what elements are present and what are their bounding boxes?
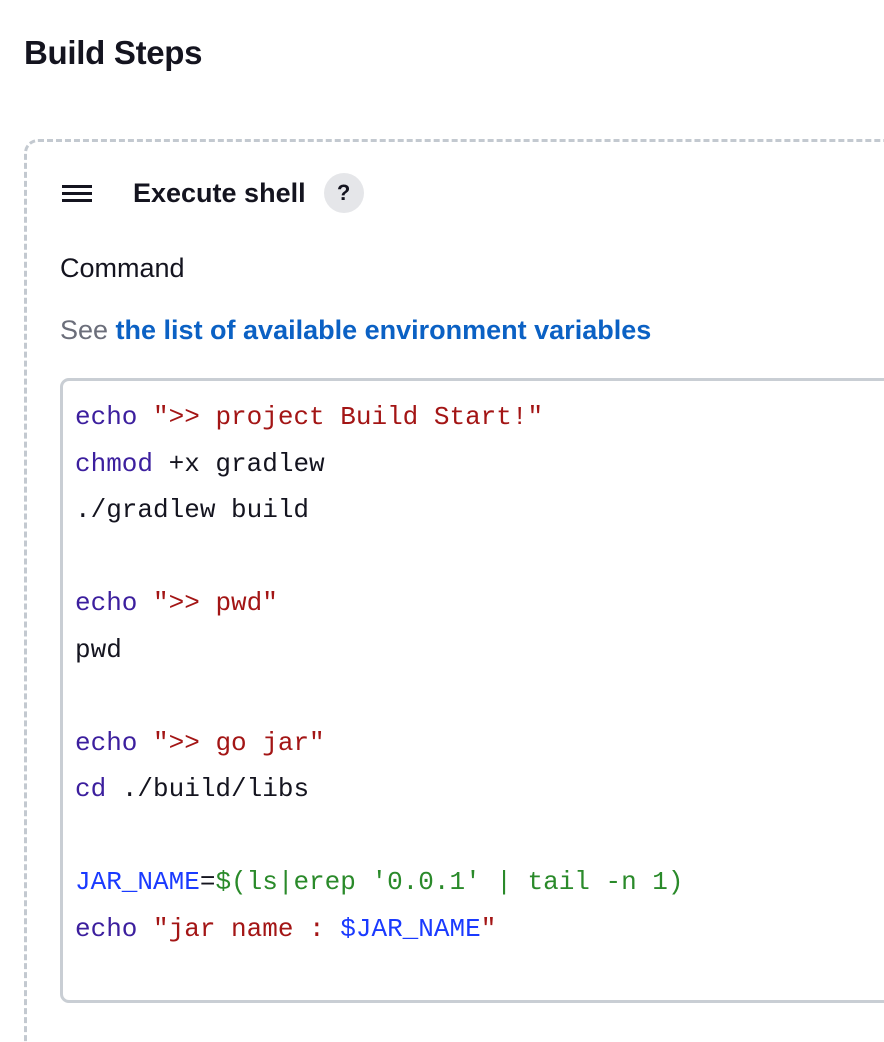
- code-line: ./gradlew build: [75, 487, 684, 534]
- code-token: cd: [75, 774, 107, 804]
- code-line: pwd: [75, 627, 684, 674]
- code-token: echo: [75, 588, 138, 618]
- code-token: pwd: [75, 634, 122, 665]
- code-token: ">> pwd": [153, 588, 278, 618]
- help-icon[interactable]: ?: [323, 173, 364, 213]
- code-token: ./build/libs: [106, 774, 310, 804]
- code-token: JAR_NAME: [75, 867, 200, 897]
- code-token: echo: [75, 913, 138, 944]
- code-line: echo ">> go jar": [75, 720, 684, 767]
- code-token: ./gradlew build: [75, 495, 310, 525]
- command-code[interactable]: echo ">> project Build Start!" chmod +x g…: [75, 394, 684, 952]
- env-variables-link[interactable]: the list of available environment variab…: [116, 315, 652, 345]
- code-token: "jar name :: [153, 913, 341, 944]
- code-token: $JAR_NAME: [340, 913, 481, 944]
- command-label: Command: [60, 253, 185, 283]
- description-prefix: See: [60, 315, 116, 345]
- code-line: echo ">> pwd": [75, 580, 684, 627]
- command-description: See the list of available environment va…: [60, 310, 651, 350]
- code-line: echo "jar name : $JAR_NAME": [75, 906, 684, 953]
- hamburger-icon[interactable]: [61, 172, 93, 214]
- code-line: cd ./build/libs: [75, 766, 684, 813]
- code-token: =: [199, 867, 216, 897]
- step-header: Execute shell ?: [61, 172, 364, 214]
- code-token: echo: [75, 727, 138, 758]
- step-title: Execute shell: [133, 178, 306, 208]
- section-title: Build Steps: [24, 34, 203, 71]
- code-token: chmod: [75, 448, 154, 479]
- code-token: ">> go jar": [153, 727, 325, 758]
- code-line: JAR_NAME=$(ls|erep '0.0.1' | tail -n 1): [75, 859, 684, 906]
- code-token: +x gradlew: [153, 448, 325, 479]
- code-line: chmod +x gradlew: [75, 441, 684, 488]
- code-token: ": [480, 913, 497, 944]
- code-line: echo ">> project Build Start!": [75, 394, 684, 441]
- code-token: echo: [75, 402, 138, 432]
- code-token: $(ls|erep '0.0.1' | tail -n 1): [215, 867, 684, 897]
- code-token: ">> project Build Start!": [153, 402, 544, 432]
